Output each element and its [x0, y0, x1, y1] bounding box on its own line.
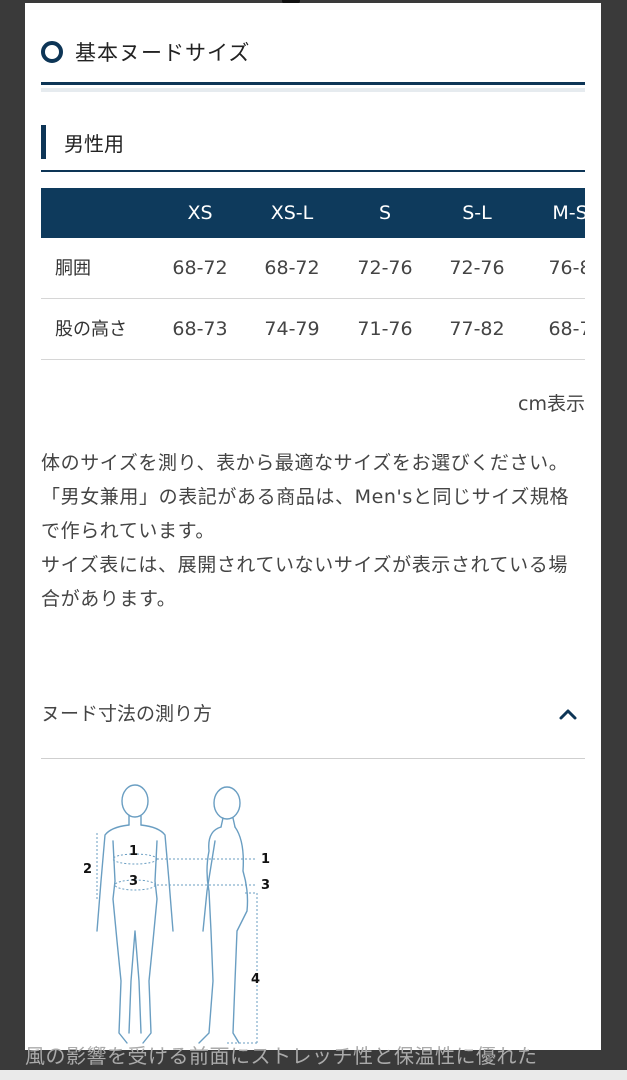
- table-row: 胴囲 68-72 68-72 72-76 72-76 76-8: [41, 238, 585, 299]
- description-paragraph: 「男女兼用」の表記がある商品は、Men'sと同じサイズ規格で作られています。: [41, 486, 570, 542]
- measurement-label: 1: [129, 844, 138, 859]
- table-cell: 71-76: [357, 318, 413, 340]
- section-title: 基本ヌードサイズ: [75, 41, 251, 65]
- column-header: XS: [187, 202, 213, 224]
- chevron-up-icon[interactable]: [557, 703, 579, 725]
- measurement-label: 2: [83, 862, 92, 877]
- subsection-accent-bar: [41, 125, 46, 159]
- subsection-header: 男性用: [41, 125, 124, 159]
- table-cell: 72-76: [357, 257, 413, 279]
- size-table[interactable]: XS XS-L S S-L M-S 胴囲 68-72 68-72 72-76 7…: [41, 188, 585, 364]
- column-header: S: [378, 202, 392, 224]
- table-cell: 74-79: [264, 318, 320, 340]
- table-cell: 68-7: [548, 318, 585, 340]
- row-label: 胴囲: [55, 258, 91, 279]
- column-header: M-S: [552, 202, 585, 224]
- body-measurement-illustration: 1 2 3 1 3 4: [83, 784, 270, 1044]
- measurement-label: 3: [261, 878, 270, 893]
- row-divider: [41, 359, 585, 360]
- table-cell: 68-72: [264, 257, 320, 279]
- section-divider: [41, 82, 585, 85]
- measurement-accordion-header[interactable]: ヌード寸法の測り方: [41, 693, 585, 759]
- table-cell: 76-8: [548, 257, 585, 279]
- section-divider-shadow: [41, 88, 585, 92]
- section-header: 基本ヌードサイズ: [41, 37, 250, 67]
- size-description: 体のサイズを測り、表から最適なサイズをお選びください。 「男女兼用」の表記がある…: [41, 446, 585, 616]
- unit-note: cm表示: [518, 393, 585, 415]
- table-row: 股の高さ 68-73 74-79 71-76 77-82 68-7: [41, 299, 585, 360]
- measurement-label: 4: [251, 972, 260, 987]
- subsection-divider: [41, 170, 585, 172]
- table-cell: 68-72: [172, 257, 228, 279]
- column-header: S-L: [462, 202, 492, 224]
- description-paragraph: 体のサイズを測り、表から最適なサイズをお選びください。: [41, 452, 569, 474]
- ring-icon: [41, 41, 63, 63]
- table-cell: 68-73: [172, 318, 228, 340]
- column-header: XS-L: [270, 202, 314, 224]
- table-cell: 77-82: [449, 318, 505, 340]
- size-guide-panel: 基本ヌードサイズ 男性用 XS XS-L S S-L M-S 胴囲 68-72 …: [25, 3, 601, 1050]
- subsection-title: 男性用: [64, 131, 124, 156]
- description-paragraph: サイズ表には、展開されていないサイズが表示されている場合があります。: [41, 554, 568, 610]
- measurement-label: 1: [261, 852, 270, 867]
- accordion-divider: [41, 758, 585, 759]
- background-page-text: 風の影響を受ける前面にストレッチ性と保温性に優れた: [25, 1044, 538, 1068]
- table-header-row: XS XS-L S S-L M-S: [41, 188, 585, 238]
- measurement-label: 3: [129, 874, 138, 889]
- bottom-bar: [0, 1070, 627, 1080]
- accordion-label: ヌード寸法の測り方: [41, 703, 213, 725]
- row-label: 股の高さ: [55, 319, 127, 340]
- table-cell: 72-76: [449, 257, 505, 279]
